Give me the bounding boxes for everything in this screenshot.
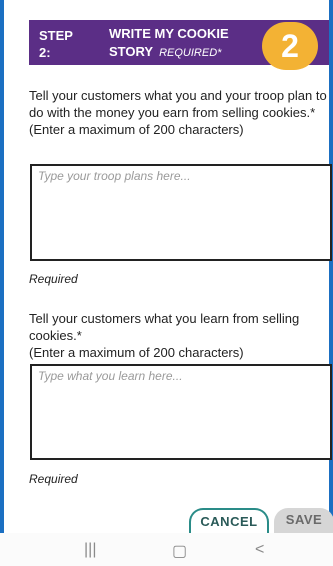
- troop-plans-question: Tell your customers what you and your tr…: [29, 88, 327, 120]
- screen-frame: STEP 2: WRITE MY COOKIE STORY REQUIRED* 2…: [0, 0, 333, 566]
- step-title-story: STORY: [109, 44, 154, 59]
- cancel-button[interactable]: CANCEL: [189, 508, 269, 534]
- learn-limit: (Enter a maximum of 200 characters): [29, 345, 244, 360]
- learn-prompt: Tell your customers what you learn from …: [29, 310, 329, 361]
- troop-plans-placeholder: Type your troop plans here...: [38, 169, 191, 183]
- learn-required-note: Required: [29, 472, 78, 486]
- troop-plans-textarea[interactable]: Type your troop plans here...: [30, 164, 332, 261]
- step-word: STEP: [39, 28, 73, 43]
- learn-question: Tell your customers what you learn from …: [29, 311, 300, 343]
- step-title-line1: WRITE MY COOKIE: [109, 26, 229, 41]
- save-button[interactable]: SAVE: [274, 508, 333, 534]
- recent-apps-icon[interactable]: |||: [84, 541, 96, 559]
- android-nav-bar: ||| ▢ <: [0, 533, 333, 566]
- learn-placeholder: Type what you learn here...: [38, 369, 183, 383]
- learn-textarea[interactable]: Type what you learn here...: [30, 364, 332, 460]
- troop-plans-limit: (Enter a maximum of 200 characters): [29, 122, 244, 137]
- step-title: WRITE MY COOKIE STORY REQUIRED*: [109, 25, 229, 62]
- troop-plans-prompt: Tell your customers what you and your tr…: [29, 87, 329, 138]
- step-number-badge: 2: [262, 22, 318, 70]
- troop-plans-required-note: Required: [29, 272, 78, 286]
- step-number: 2:: [39, 45, 51, 60]
- home-icon[interactable]: ▢: [172, 541, 187, 561]
- step-label: STEP 2:: [39, 27, 79, 61]
- back-icon[interactable]: <: [255, 541, 264, 559]
- step-title-line2: STORY REQUIRED*: [109, 43, 229, 62]
- required-tag: REQUIRED*: [159, 47, 222, 59]
